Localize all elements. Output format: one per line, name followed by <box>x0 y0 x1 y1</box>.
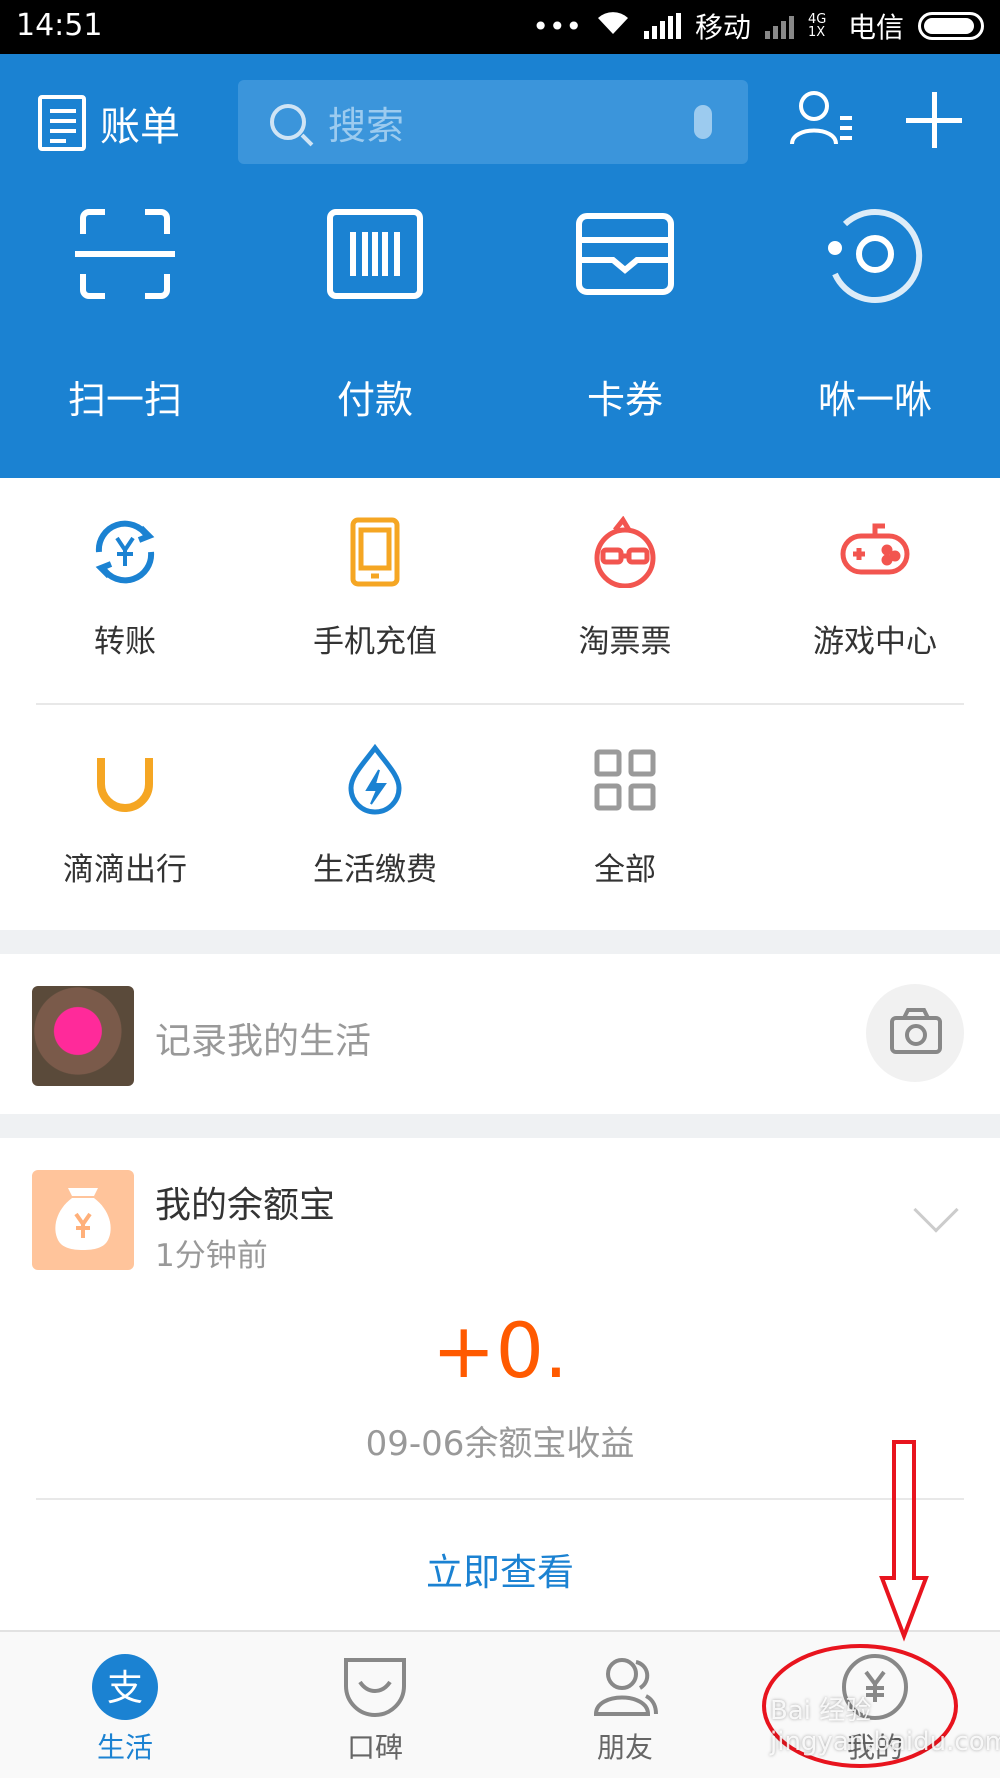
transfer-icon <box>89 516 161 588</box>
status-indicators: ••• 移动 4G 1X 电信 <box>532 6 984 46</box>
card-divider <box>36 1498 964 1500</box>
grid-divider <box>36 703 964 705</box>
svg-text:支: 支 <box>107 1668 143 1709</box>
record-life-text: 记录我的生活 <box>155 1021 372 1062</box>
section-gap <box>0 1114 1000 1138</box>
grid-all-icon <box>589 744 661 816</box>
more-dots-icon: ••• <box>532 9 582 43</box>
xiu-icon <box>825 204 925 304</box>
koubei-icon <box>340 1652 410 1722</box>
search-icon <box>270 104 306 140</box>
home-header: 账单 搜索 扫一扫 付款 卡券 咻一咻 <box>0 54 1000 478</box>
tab-label: 朋友 <box>596 1731 653 1764</box>
service-taopiaopiao[interactable]: 淘票票 <box>500 515 750 676</box>
quick-action-label: 咻一咻 <box>817 378 932 422</box>
section-gap <box>0 930 1000 954</box>
friends-icon <box>590 1652 660 1722</box>
status-time: 14:51 <box>16 8 103 43</box>
card-wallet-icon <box>575 204 675 304</box>
network-type: 4G 1X <box>807 12 827 40</box>
barcode-icon <box>325 204 425 304</box>
microphone-icon[interactable] <box>694 105 712 139</box>
alipay-life-icon: 支 <box>90 1652 160 1722</box>
tab-label: 口碑 <box>346 1731 403 1764</box>
service-label: 全部 <box>594 852 656 888</box>
camera-button[interactable] <box>866 984 964 1082</box>
scan-icon <box>75 204 175 304</box>
service-label: 淘票票 <box>578 624 672 660</box>
signal2-icon <box>764 13 794 39</box>
service-label: 生活缴费 <box>313 852 437 888</box>
game-controller-icon <box>839 516 911 588</box>
service-label: 转账 <box>94 624 156 660</box>
tab-label: 生活 <box>96 1731 153 1764</box>
contacts-icon[interactable] <box>788 88 858 148</box>
service-phone-recharge[interactable]: 手机充值 <box>250 516 500 676</box>
quick-action-xiu[interactable]: 咻一咻 <box>750 204 1000 422</box>
yuebao-time: 1分钟前 <box>155 1238 268 1274</box>
bill-label: 账单 <box>100 104 180 150</box>
avatar[interactable] <box>32 986 134 1086</box>
service-all[interactable]: 全部 <box>500 744 750 904</box>
service-game-center[interactable]: 游戏中心 <box>750 516 1000 676</box>
status-bar: 14:51 ••• 移动 4G 1X 电信 <box>0 0 1000 54</box>
carrier-mobile: 移动 <box>694 11 751 44</box>
didi-icon <box>89 744 161 816</box>
utility-bill-icon <box>339 743 411 816</box>
phone-recharge-icon <box>339 516 411 588</box>
bill-button[interactable]: 账单 <box>38 94 180 152</box>
quick-action-label: 卡券 <box>586 378 663 422</box>
yuebao-caption: 09-06余额宝收益 <box>365 1424 635 1464</box>
add-icon[interactable] <box>906 92 962 148</box>
camera-icon <box>890 1008 942 1054</box>
search-placeholder: 搜索 <box>328 103 405 148</box>
record-life-card[interactable]: 记录我的生活 <box>0 954 1000 1114</box>
battery-icon <box>918 12 984 40</box>
service-label: 滴滴出行 <box>63 852 187 888</box>
money-bag-icon <box>32 1170 134 1270</box>
view-now-link[interactable]: 立即查看 <box>0 1542 1000 1596</box>
quick-action-label: 扫一扫 <box>67 378 182 422</box>
yuebao-card[interactable]: 我的余额宝 1分钟前 +0. 09-06余额宝收益 立即查看 <box>0 1138 1000 1630</box>
taopiaopiao-icon <box>589 515 661 589</box>
tab-friends[interactable]: 朋友 <box>500 1632 750 1778</box>
watermark: Bai 经验 jingyan.baidu.com <box>770 1696 1000 1757</box>
carrier-telecom: 电信 <box>847 11 904 44</box>
quick-action-scan[interactable]: 扫一扫 <box>0 204 250 422</box>
service-didi[interactable]: 滴滴出行 <box>0 744 250 904</box>
quick-action-pay[interactable]: 付款 <box>250 204 500 422</box>
signal-icon <box>643 13 681 39</box>
service-utility[interactable]: 生活缴费 <box>250 743 500 904</box>
service-transfer[interactable]: 转账 <box>0 516 250 676</box>
bill-icon <box>38 95 86 151</box>
yuebao-amount: +0. <box>431 1306 569 1395</box>
chevron-down-icon[interactable] <box>913 1187 959 1233</box>
quick-action-cards[interactable]: 卡券 <box>500 204 750 422</box>
wifi-icon <box>596 10 630 43</box>
tab-koubei[interactable]: 口碑 <box>250 1632 500 1778</box>
service-label: 手机充值 <box>313 624 437 660</box>
service-label: 游戏中心 <box>813 624 937 660</box>
tab-life[interactable]: 支 生活 <box>0 1632 250 1778</box>
quick-action-label: 付款 <box>336 378 413 422</box>
yuebao-title: 我的余额宝 <box>155 1185 336 1226</box>
search-input[interactable]: 搜索 <box>238 80 748 164</box>
